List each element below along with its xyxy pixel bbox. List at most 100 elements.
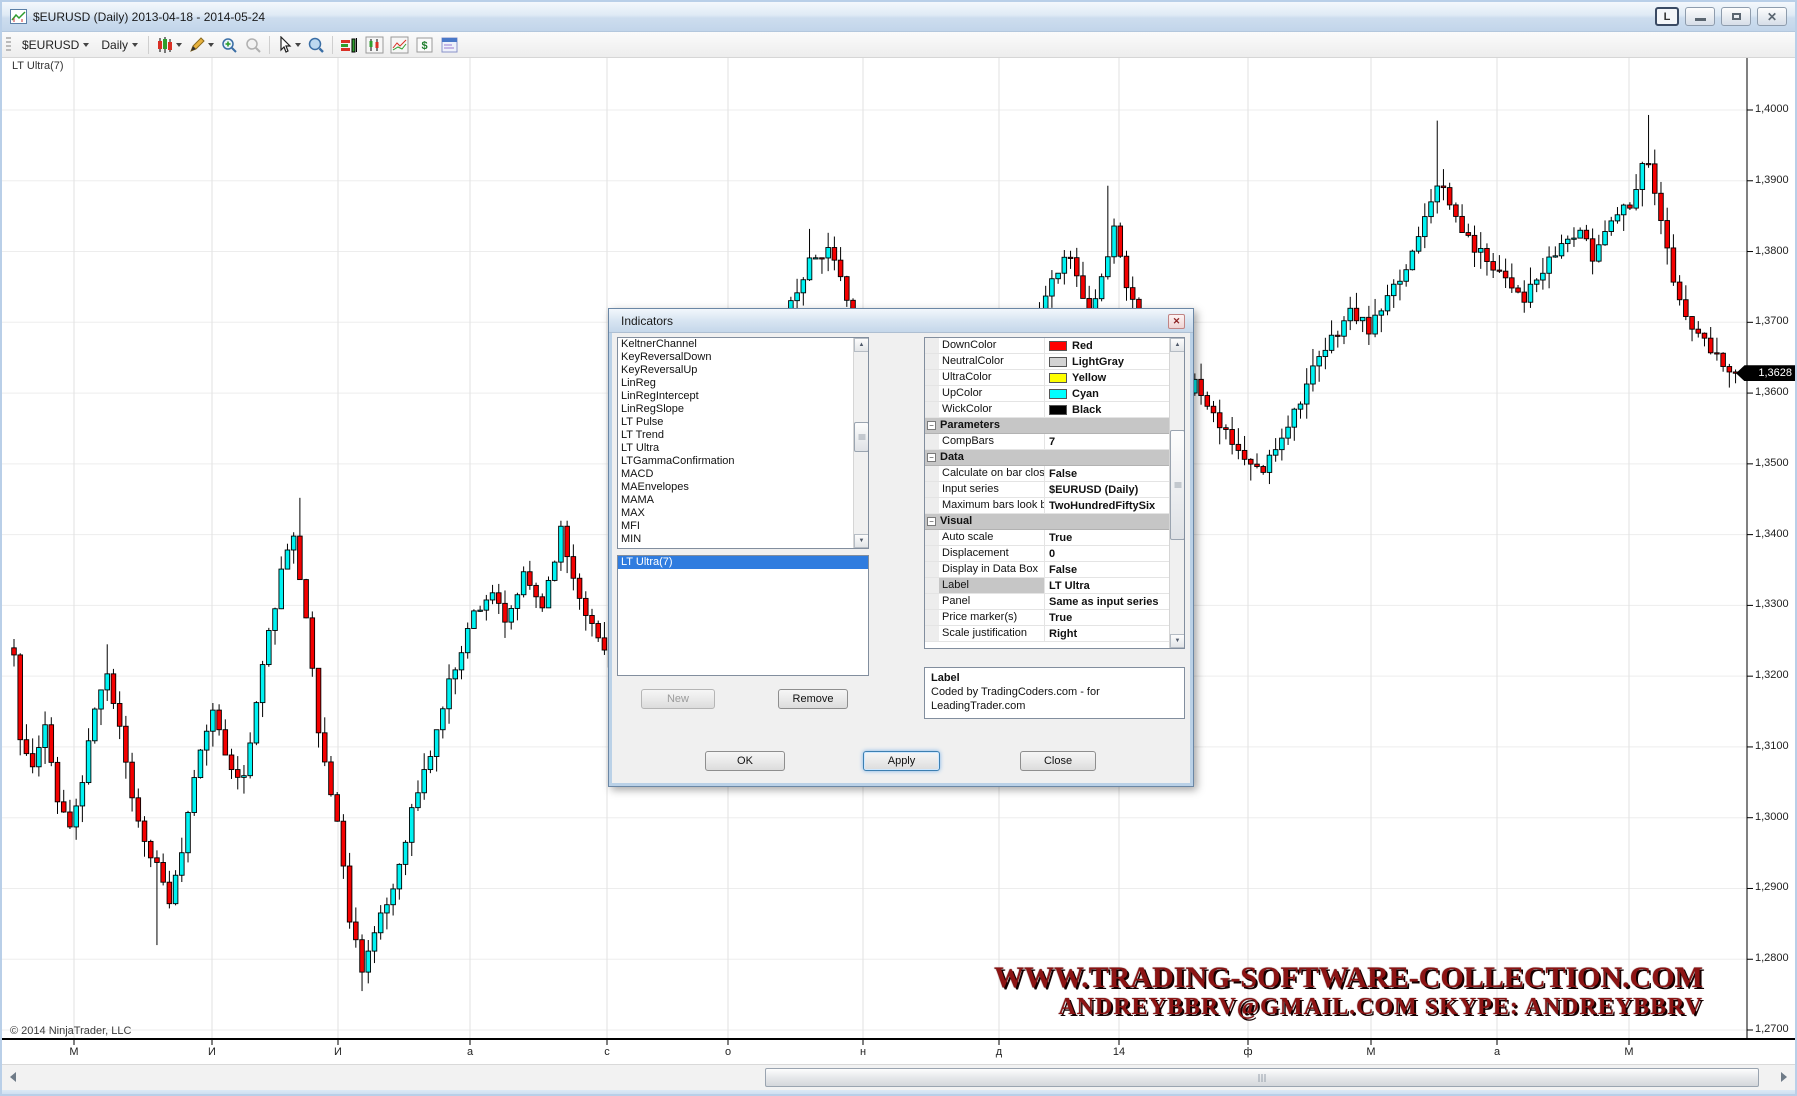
scrollbar-thumb[interactable]: [1170, 430, 1185, 540]
draw-tools-dropdown[interactable]: [185, 34, 217, 56]
dialog-title-bar[interactable]: Indicators: [609, 309, 1193, 333]
ok-button[interactable]: OK: [705, 751, 785, 771]
indicator-list-scrollbar[interactable]: ▲ ▼: [853, 338, 868, 548]
property-row[interactable]: Calculate on bar close False: [925, 466, 1184, 482]
property-row[interactable]: Maximum bars look backTwoHundredFiftySix: [925, 498, 1184, 514]
apply-button[interactable]: Apply: [863, 751, 940, 771]
restore-button[interactable]: [1721, 7, 1751, 26]
property-value[interactable]: TwoHundredFiftySix: [1045, 498, 1184, 513]
scroll-up-arrow-icon[interactable]: ▲: [854, 338, 869, 352]
property-grid-scrollbar[interactable]: ▲ ▼: [1169, 338, 1184, 648]
property-row[interactable]: LabelLT Ultra: [925, 578, 1184, 594]
property-row[interactable]: UpColorCyan: [925, 386, 1184, 402]
property-value[interactable]: False: [1045, 466, 1184, 481]
property-row[interactable]: CompBars7: [925, 434, 1184, 450]
collapse-icon[interactable]: −: [927, 517, 936, 526]
window-bottom-border: [2, 1090, 1795, 1096]
row-margin: [925, 498, 939, 513]
indicator-list-item[interactable]: MAX: [618, 507, 868, 520]
market-analyzer-button[interactable]: [337, 34, 362, 56]
property-grid[interactable]: DownColorRedNeutralColorLightGrayUltraCo…: [924, 337, 1185, 649]
property-value[interactable]: LightGray: [1045, 354, 1184, 369]
horizontal-scrollbar[interactable]: [2, 1064, 1795, 1090]
indicator-list-item[interactable]: MAMA: [618, 494, 868, 507]
close-dialog-button[interactable]: Close: [1020, 751, 1096, 771]
indicator-list-item[interactable]: KeltnerChannel: [618, 338, 868, 351]
property-row[interactable]: Scale justificationRight: [925, 626, 1184, 642]
property-name: Calculate on bar close: [939, 466, 1045, 481]
available-indicators-list[interactable]: KeltnerChannelKeyReversalDownKeyReversal…: [617, 337, 869, 549]
scroll-right-arrow-icon[interactable]: [1781, 1072, 1787, 1082]
property-category-row[interactable]: −Visual: [925, 514, 1184, 530]
property-category-row[interactable]: −Data: [925, 450, 1184, 466]
indicator-list-item[interactable]: LinRegIntercept: [618, 390, 868, 403]
scrollbar-thumb[interactable]: [765, 1068, 1759, 1087]
property-value[interactable]: Same as input series: [1045, 594, 1184, 609]
toolbar-grip[interactable]: [6, 37, 11, 53]
chevron-down-icon: [208, 43, 214, 47]
indicator-list-item[interactable]: LTGammaConfirmation: [618, 455, 868, 468]
indicator-list-item[interactable]: LinRegSlope: [618, 403, 868, 416]
indicator-list-item[interactable]: MIN: [618, 533, 868, 546]
data-box-button[interactable]: [304, 34, 328, 56]
property-row[interactable]: Display in Data BoxFalse: [925, 562, 1184, 578]
scroll-left-arrow-icon[interactable]: [10, 1072, 16, 1082]
property-value[interactable]: LT Ultra: [1045, 578, 1184, 593]
line-chart-button[interactable]: [387, 34, 412, 56]
close-button[interactable]: ✕: [1757, 7, 1787, 26]
property-value[interactable]: Black: [1045, 402, 1184, 417]
remove-button[interactable]: Remove: [778, 689, 848, 709]
chart-button[interactable]: [362, 34, 387, 56]
property-value[interactable]: False: [1045, 562, 1184, 577]
cursor-dropdown[interactable]: [274, 34, 304, 56]
property-value[interactable]: True: [1045, 610, 1184, 625]
property-row[interactable]: Displacement0: [925, 546, 1184, 562]
indicator-list-item[interactable]: MAEnvelopes: [618, 481, 868, 494]
property-row[interactable]: Price marker(s)True: [925, 610, 1184, 626]
property-row[interactable]: NeutralColorLightGray: [925, 354, 1184, 370]
property-row[interactable]: WickColorBlack: [925, 402, 1184, 418]
property-value[interactable]: True: [1045, 530, 1184, 545]
property-row[interactable]: Auto scaleTrue: [925, 530, 1184, 546]
indicator-list-item[interactable]: KeyReversalDown: [618, 351, 868, 364]
instrument-dropdown[interactable]: $EURUSD: [16, 36, 95, 54]
indicator-list-item[interactable]: MACD: [618, 468, 868, 481]
scroll-up-arrow-icon[interactable]: ▲: [1170, 338, 1185, 352]
property-value[interactable]: $EURUSD (Daily): [1045, 482, 1184, 497]
property-value[interactable]: Red: [1045, 338, 1184, 353]
chart-style-dropdown[interactable]: [153, 34, 185, 56]
property-value[interactable]: Cyan: [1045, 386, 1184, 401]
property-value[interactable]: Yellow: [1045, 370, 1184, 385]
zoom-in-button[interactable]: [217, 34, 241, 56]
indicator-list-item[interactable]: LT Trend: [618, 429, 868, 442]
zoom-out-button[interactable]: [241, 34, 265, 56]
indicator-list-item[interactable]: MFI: [618, 520, 868, 533]
period-dropdown[interactable]: Daily: [95, 36, 144, 54]
indicator-list-item[interactable]: KeyReversalUp: [618, 364, 868, 377]
scroll-down-arrow-icon[interactable]: ▼: [854, 534, 869, 548]
indicator-list-item[interactable]: LT Pulse: [618, 416, 868, 429]
properties-button[interactable]: [437, 34, 462, 56]
property-row[interactable]: PanelSame as input series: [925, 594, 1184, 610]
property-category-row[interactable]: −Parameters: [925, 418, 1184, 434]
indicator-list-item[interactable]: LT Ultra: [618, 442, 868, 455]
property-row[interactable]: Input series$EURUSD (Daily): [925, 482, 1184, 498]
property-value[interactable]: 7: [1045, 434, 1184, 449]
selected-indicators-list[interactable]: LT Ultra(7): [617, 555, 869, 676]
dialog-close-button[interactable]: ✕: [1168, 314, 1185, 329]
account-button[interactable]: $: [412, 34, 437, 56]
new-button[interactable]: New: [641, 689, 715, 709]
collapse-icon[interactable]: −: [927, 453, 936, 462]
collapse-icon[interactable]: −: [927, 421, 936, 430]
property-value[interactable]: 0: [1045, 546, 1184, 561]
property-value[interactable]: Right: [1045, 626, 1184, 641]
property-value-text: False: [1049, 468, 1077, 480]
selected-indicator-item[interactable]: LT Ultra(7): [618, 556, 868, 569]
indicator-list-item[interactable]: LinReg: [618, 377, 868, 390]
link-button[interactable]: L: [1655, 7, 1679, 26]
property-row[interactable]: DownColorRed: [925, 338, 1184, 354]
scroll-down-arrow-icon[interactable]: ▼: [1170, 634, 1185, 648]
scrollbar-thumb[interactable]: [854, 422, 869, 452]
minimize-button[interactable]: [1685, 7, 1715, 26]
property-row[interactable]: UltraColorYellow: [925, 370, 1184, 386]
